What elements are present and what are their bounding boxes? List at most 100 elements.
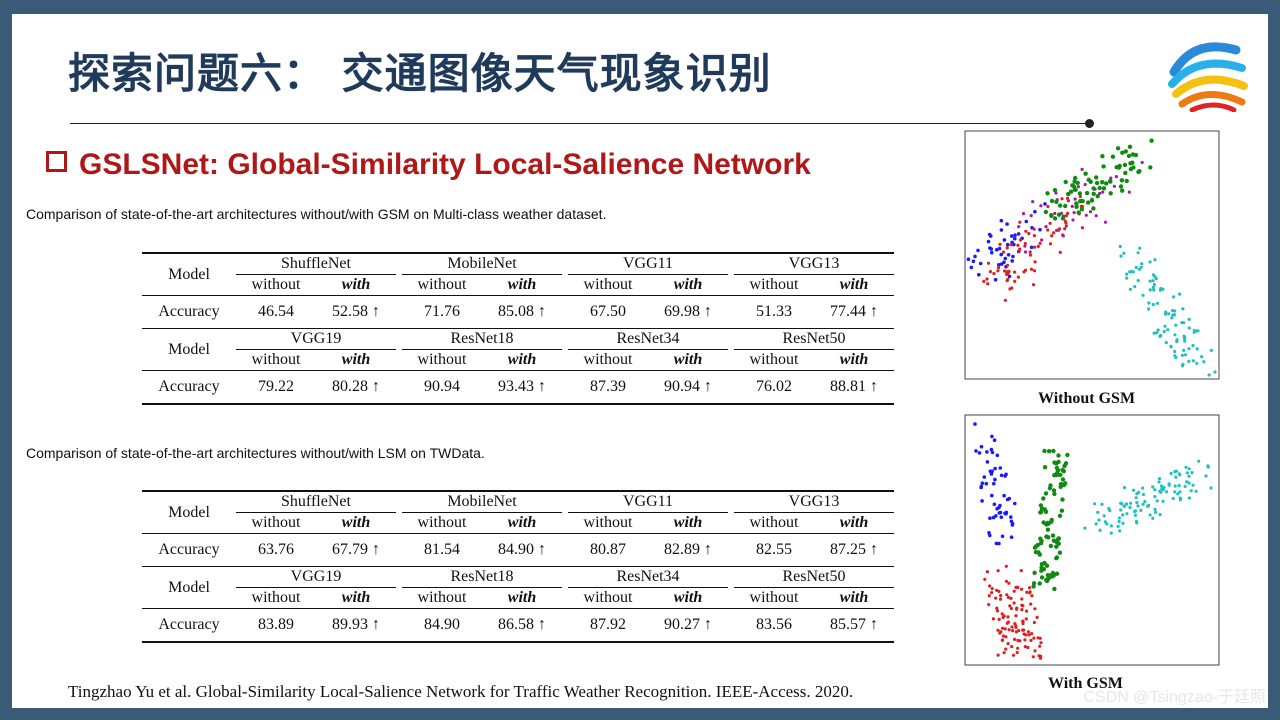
accuracy-value: 83.89 (236, 608, 316, 642)
scatter-point (1042, 448, 1047, 454)
scatter-point (1002, 493, 1006, 498)
scatter-point (1009, 596, 1013, 600)
scatter-point (1010, 625, 1014, 629)
arch-header: VGG19 (236, 328, 396, 350)
scatter-point (1116, 524, 1120, 528)
scatter-point (1079, 207, 1085, 212)
scatter-point (1180, 353, 1184, 357)
scatter-point (1055, 472, 1060, 478)
scatter-point (1014, 624, 1018, 628)
scatter-point (997, 541, 1001, 546)
arch-header: ResNet50 (734, 328, 894, 350)
with-header: with (839, 351, 869, 368)
scatter-point (1061, 234, 1065, 238)
scatter-point (1177, 484, 1181, 488)
scatter-point (998, 503, 1002, 508)
scatter-point (1139, 265, 1143, 269)
scatter-point (1178, 498, 1183, 502)
scatter-point (1018, 639, 1022, 643)
scatter-point (1146, 504, 1150, 508)
scatter-point (1124, 502, 1129, 506)
scatter-point (1088, 210, 1093, 214)
scatter-point (1190, 471, 1194, 475)
scatter-point (1005, 246, 1009, 250)
scatter-point (1049, 517, 1054, 523)
scatter-point (977, 272, 981, 277)
scatter-point (982, 279, 986, 283)
scatter-point (999, 252, 1003, 257)
scatter-point (1043, 491, 1049, 496)
scatter-point (1153, 488, 1157, 492)
arch-header: ResNet34 (568, 566, 728, 588)
scatter-point (1024, 219, 1029, 224)
scatter-point (995, 606, 999, 610)
scatter-point (971, 259, 976, 264)
scatter-point (1044, 563, 1050, 568)
scatter-point (1175, 340, 1179, 344)
scatter-point (966, 257, 971, 261)
scatter-point (1038, 636, 1042, 640)
scatter-point (1178, 473, 1182, 477)
scatter-point (1125, 272, 1129, 276)
scatter-point (1174, 323, 1178, 327)
scatter-point (1154, 276, 1158, 281)
scatter-point (1024, 617, 1028, 621)
scatter-point (1187, 474, 1191, 478)
scatter-point (1013, 279, 1017, 283)
scatter-point (1187, 467, 1191, 471)
with-header: with (673, 514, 703, 531)
scatter-point (986, 239, 991, 244)
title-divider-dot (1085, 119, 1094, 128)
scatter-point (1076, 185, 1080, 189)
scatter-point (1072, 187, 1077, 192)
accuracy-value: 86.58 ↑ (482, 608, 562, 642)
scatter-point (1138, 246, 1142, 250)
without-header: without (251, 351, 301, 368)
scatter-point (1063, 481, 1068, 486)
scatter-point (1029, 638, 1033, 642)
scatter-point (1122, 486, 1127, 490)
accuracy-value: 89.93 ↑ (316, 608, 396, 642)
scatter-point (1017, 225, 1021, 229)
accuracy-value: 90.94 (402, 370, 482, 404)
accuracy-value: 80.28 ↑ (316, 370, 396, 404)
scatter-point (1182, 334, 1186, 338)
scatter-point (1033, 649, 1037, 653)
scatter-point (973, 422, 977, 426)
scatter-point (1043, 209, 1049, 215)
scatter-point (1109, 531, 1113, 535)
scatter-point (999, 515, 1004, 519)
scatter-point (1187, 496, 1191, 500)
arch-header: VGG11 (568, 491, 728, 513)
accuracy-label: Accuracy (142, 370, 236, 404)
scatter-point (1080, 167, 1084, 171)
without-header: without (583, 589, 633, 606)
scatter-point (1007, 628, 1011, 632)
scatter-point (997, 617, 1001, 621)
scatter-point (1117, 519, 1121, 524)
scatter-point (1135, 492, 1139, 496)
scatter-point (986, 261, 991, 265)
scatter-point (1187, 317, 1191, 321)
without-header: without (749, 276, 799, 293)
scatter-point (1026, 645, 1030, 650)
arch-header: ResNet18 (402, 328, 562, 350)
scatter-point (1105, 522, 1109, 526)
accuracy-value: 79.22 (236, 370, 316, 404)
with-header: with (341, 589, 371, 606)
scatter-point (1140, 262, 1144, 266)
scatter-point (993, 477, 997, 482)
scatter-point (1048, 543, 1054, 549)
arch-header: VGG11 (568, 253, 728, 275)
scatter-point (989, 234, 993, 238)
accuracy-label: Accuracy (142, 608, 236, 642)
slide-title: 探索问题六： 交通图像天气现象识别 (68, 49, 772, 98)
scatter-point (1027, 586, 1032, 590)
scatter-point (1182, 348, 1186, 352)
scatter-point (996, 569, 1000, 573)
scatter-point (1060, 467, 1065, 473)
scatter-point (1086, 200, 1091, 205)
scatter-point (1200, 355, 1204, 359)
scatter-point (1162, 329, 1166, 334)
scatter-point (1130, 152, 1136, 157)
